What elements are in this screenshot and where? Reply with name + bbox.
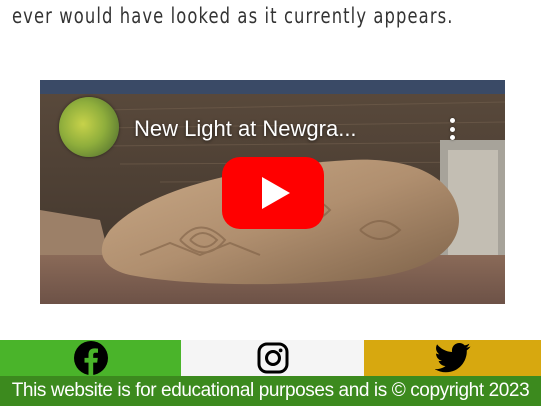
channel-avatar[interactable] <box>59 97 119 157</box>
dot <box>449 126 455 132</box>
twitter-icon <box>434 343 470 373</box>
article-closing-text: ever would have looked as it currently a… <box>12 4 454 28</box>
video-title[interactable]: New Light at Newgra... <box>134 116 357 142</box>
social-links <box>0 340 541 376</box>
dot <box>449 118 455 123</box>
facebook-icon <box>73 341 108 375</box>
youtube-play-icon[interactable] <box>222 157 324 229</box>
facebook-link[interactable] <box>0 340 181 376</box>
copyright-text: This website is for educational purposes… <box>11 380 530 401</box>
more-vertical-icon[interactable] <box>440 114 464 144</box>
twitter-link[interactable] <box>364 340 541 376</box>
dot <box>449 135 455 140</box>
video-embed[interactable]: New Light at Newgra... <box>40 80 505 304</box>
site-footer: This website is for educational purposes… <box>0 376 541 406</box>
instagram-icon <box>257 342 288 374</box>
instagram-link[interactable] <box>181 340 364 376</box>
